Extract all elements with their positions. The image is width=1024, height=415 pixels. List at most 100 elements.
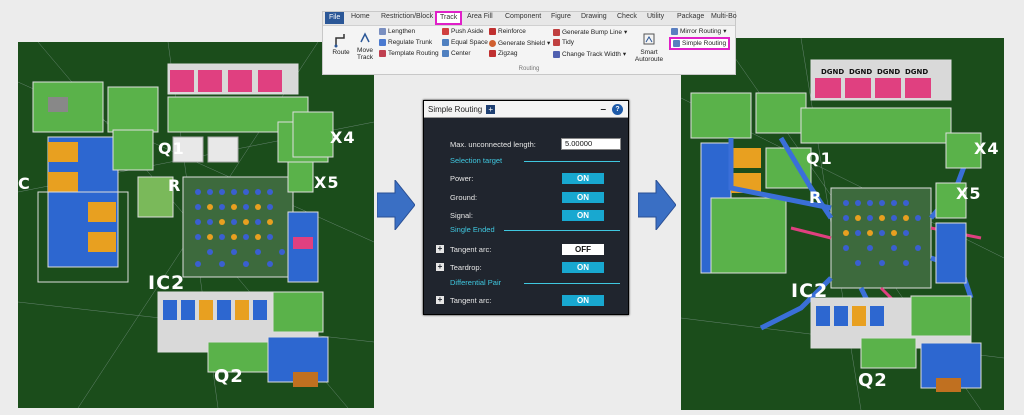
tab-figure[interactable]: Figure	[551, 13, 571, 20]
generate-shield-icon	[489, 39, 496, 47]
reinforce-button[interactable]: Reinforce	[489, 28, 526, 35]
zigzag-button[interactable]: Zigzag	[489, 50, 518, 57]
divider	[504, 230, 620, 231]
minimize-button[interactable]: –	[600, 104, 606, 115]
reinforce-icon	[489, 28, 496, 35]
ground-toggle[interactable]: ON	[562, 192, 604, 203]
tab-area-fill[interactable]: Area Fill	[467, 13, 493, 20]
simple-routing-icon	[673, 40, 680, 47]
panel-title: Simple Routing	[428, 104, 483, 114]
zigzag-icon	[489, 50, 496, 57]
tidy-icon	[553, 39, 560, 46]
differential-pair-header: Differential Pair	[450, 278, 502, 287]
route-button[interactable]: Route	[329, 32, 353, 56]
route-icon	[334, 34, 345, 48]
smart-autoroute-button[interactable]: Smart Autoroute	[633, 32, 665, 63]
label-r: R	[168, 176, 182, 195]
push-aside-icon	[442, 28, 449, 35]
arrow-right-icon	[638, 180, 676, 230]
tab-restriction-block[interactable]: Restriction/Block	[381, 13, 433, 20]
pcb-board-before[interactable]: Q1 X4 X5 IC2 Q2 C R	[18, 42, 374, 408]
tangent-arc-row: + Tangent arc: OFF	[424, 242, 628, 256]
dp-tangent-arc-label: Tangent arc:	[450, 296, 492, 305]
regulate-trunk-button[interactable]: Regulate Trunk	[379, 39, 432, 46]
dgnd-label: DGND	[821, 68, 845, 76]
ground-label: Ground:	[450, 193, 478, 202]
chevron-down-icon: ▾	[546, 40, 551, 47]
divider	[524, 283, 620, 284]
label-x5: X5	[956, 184, 982, 203]
tab-component[interactable]: Component	[505, 13, 541, 20]
template-routing-button[interactable]: Template Routing	[379, 50, 439, 57]
label-r: R	[809, 188, 823, 207]
lengthen-icon	[379, 28, 386, 35]
tangent-arc-label: Tangent arc:	[450, 245, 492, 254]
label-q2: Q2	[858, 370, 888, 391]
generate-bump-line-button[interactable]: Generate Bump Line ▾	[553, 28, 627, 36]
lengthen-button[interactable]: Lengthen	[379, 28, 415, 35]
tab-home[interactable]: Home	[351, 13, 370, 20]
label-q1: Q1	[158, 139, 185, 158]
mirror-routing-icon	[671, 27, 678, 35]
single-ended-header: Single Ended	[450, 225, 495, 234]
teardrop-toggle[interactable]: ON	[562, 262, 604, 273]
move-track-button[interactable]: Move Track	[353, 30, 377, 61]
generate-shield-button[interactable]: Generate Shield ▾	[489, 39, 550, 47]
signal-label: Signal:	[450, 211, 473, 220]
selection-target-header: Selection target	[450, 156, 503, 165]
expand-plus-icon[interactable]: +	[436, 245, 444, 253]
dgnd-label: DGND	[905, 68, 929, 76]
tidy-button[interactable]: Tidy	[553, 39, 574, 46]
label-x5: X5	[314, 173, 340, 192]
tab-utility[interactable]: Utility	[647, 13, 664, 20]
move-track-icon	[360, 32, 370, 43]
max-unconnected-label: Max. unconnected length:	[450, 140, 536, 149]
signal-toggle[interactable]: ON	[562, 210, 604, 221]
tab-package[interactable]: Package	[677, 13, 704, 20]
simple-routing-panel: Simple Routing + – ? Max. unconnected le…	[423, 100, 629, 315]
tangent-arc-toggle[interactable]: OFF	[562, 244, 604, 255]
equal-space-icon	[442, 39, 449, 46]
center-button[interactable]: Center	[442, 50, 471, 57]
label-q1: Q1	[806, 149, 833, 168]
chevron-down-icon: ▾	[623, 29, 628, 36]
mirror-routing-button[interactable]: Mirror Routing ▾	[671, 27, 726, 35]
pcb-layout-before	[18, 42, 374, 408]
dgnd-label: DGND	[877, 68, 901, 76]
generate-bump-line-icon	[553, 28, 560, 36]
teardrop-row: + Teardrop: ON	[424, 260, 628, 274]
dgnd-label: DGND	[849, 68, 873, 76]
equal-space-button[interactable]: Equal Space	[442, 39, 488, 46]
ribbon-toolbar: File Home Restriction/Block Track Area F…	[322, 11, 737, 75]
ground-row: Ground: ON	[424, 190, 628, 204]
label-x4: X4	[974, 139, 1000, 158]
label-x4: X4	[330, 128, 356, 147]
label-ic2: IC2	[148, 272, 186, 294]
dp-tangent-arc-toggle[interactable]: ON	[562, 295, 604, 306]
label-q2: Q2	[214, 366, 244, 387]
tab-check[interactable]: Check	[617, 13, 637, 20]
power-toggle[interactable]: ON	[562, 173, 604, 184]
change-track-width-button[interactable]: Change Track Width ▾	[553, 50, 626, 58]
tab-multi-board[interactable]: Multi-Bo	[711, 13, 737, 20]
max-unconnected-input[interactable]: 5.00000	[561, 138, 621, 150]
expand-plus-icon[interactable]: +	[436, 263, 444, 271]
push-aside-button[interactable]: Push Aside	[442, 28, 484, 35]
ribbon-group-label: Routing	[518, 66, 540, 72]
tab-track[interactable]: Track	[435, 11, 463, 25]
help-icon[interactable]: ?	[612, 104, 623, 115]
regulate-trunk-icon	[379, 39, 386, 46]
power-row: Power: ON	[424, 171, 628, 185]
tab-file[interactable]: File	[325, 12, 345, 24]
ribbon-tab-bar: File Home Restriction/Block Track Area F…	[323, 11, 737, 26]
label-ic2: IC2	[791, 280, 829, 302]
tab-drawing[interactable]: Drawing	[581, 13, 607, 20]
panel-header: Simple Routing + – ?	[424, 101, 628, 118]
simple-routing-button[interactable]: Simple Routing	[669, 37, 731, 50]
expand-plus-icon[interactable]: +	[436, 296, 444, 304]
expand-icon[interactable]: +	[486, 104, 496, 114]
pcb-board-after[interactable]: Q1 X4 X5 IC2 Q2 R DGND DGND DGND DGND	[681, 38, 1004, 410]
smart-autoroute-icon	[643, 33, 655, 45]
chevron-down-icon: ▾	[622, 51, 627, 58]
dp-tangent-arc-row: + Tangent arc: ON	[424, 293, 628, 307]
